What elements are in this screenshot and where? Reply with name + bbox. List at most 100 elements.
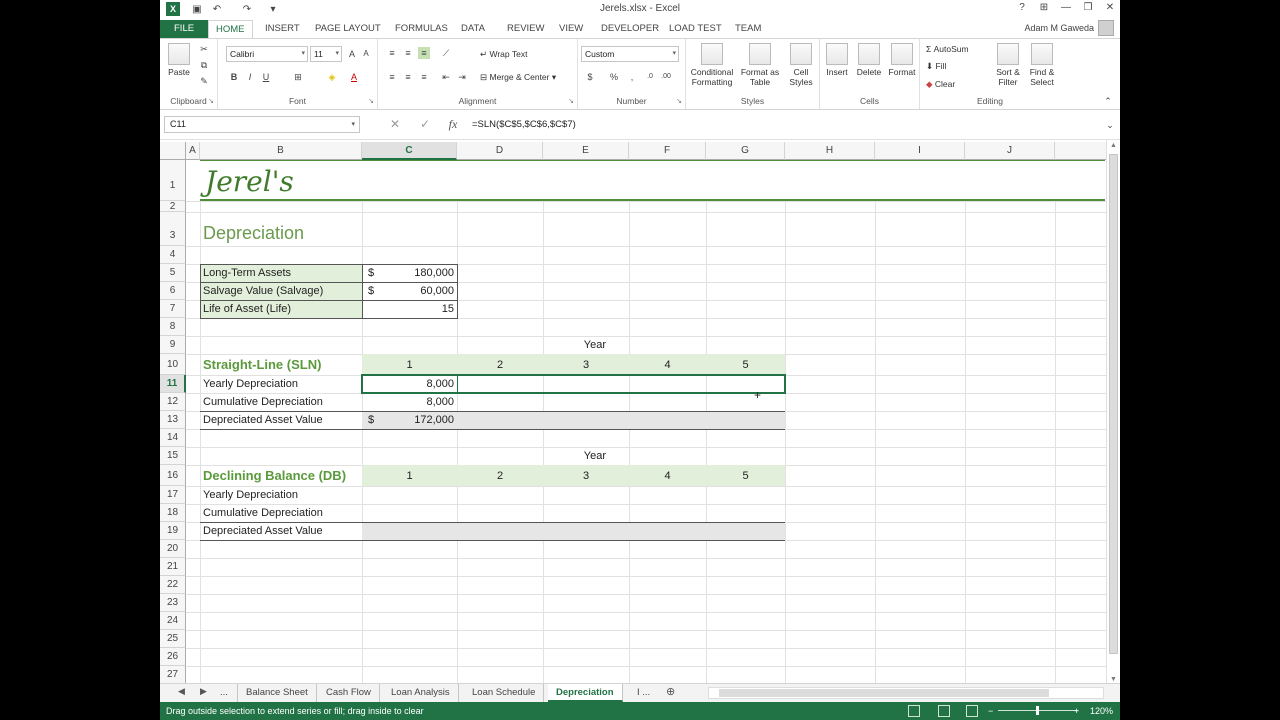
font-launcher-icon[interactable]: ↘: [368, 97, 374, 105]
row-header-7[interactable]: 7: [160, 300, 186, 318]
sheet-tab-loan-schedule[interactable]: Loan Schedule: [464, 684, 545, 702]
tab-home[interactable]: HOME: [208, 20, 253, 38]
clear-button[interactable]: ◆ Clear: [926, 79, 955, 89]
font-name-select[interactable]: Calibri ▾: [226, 46, 308, 62]
minimize-button[interactable]: —: [1056, 2, 1076, 16]
avatar[interactable]: [1098, 20, 1114, 36]
number-launcher-icon[interactable]: ↘: [676, 97, 682, 105]
confirm-entry-icon[interactable]: ✓: [414, 116, 436, 133]
increase-indent-icon[interactable]: ⇥: [456, 71, 468, 83]
worksheet-grid[interactable]: A B C D E F G H I J 1 2 3 4 5 6 7 8 9 10…: [160, 140, 1106, 685]
row-header-27[interactable]: 27: [160, 666, 186, 684]
decrease-indent-icon[interactable]: ⇤: [440, 71, 452, 83]
user-name[interactable]: Adam M Gaweda: [1024, 23, 1094, 33]
select-all-corner[interactable]: [160, 142, 186, 160]
sln-cumulative-value[interactable]: 8,000: [362, 393, 457, 411]
align-bottom-icon[interactable]: ≡: [418, 47, 430, 59]
number-format-select[interactable]: Custom ▾: [581, 46, 679, 62]
cancel-entry-icon[interactable]: ✕: [384, 116, 406, 133]
align-middle-icon[interactable]: ≡: [402, 47, 414, 59]
sheet-tab-loan-analysis[interactable]: Loan Analysis: [383, 684, 459, 702]
row-header-20[interactable]: 20: [160, 540, 186, 558]
help-button[interactable]: ?: [1012, 2, 1032, 16]
input-value-salvage[interactable]: 60,000: [362, 282, 457, 300]
zoom-level[interactable]: 120%: [1090, 702, 1113, 720]
row-header-22[interactable]: 22: [160, 576, 186, 594]
vertical-scrollbar[interactable]: ▲ ▼: [1106, 140, 1120, 685]
font-color-icon[interactable]: A: [348, 71, 360, 83]
row-header-24[interactable]: 24: [160, 612, 186, 630]
sheet-tab-more-left[interactable]: ...: [212, 684, 236, 702]
orientation-icon[interactable]: ⟋: [440, 47, 452, 59]
row-header-6[interactable]: 6: [160, 282, 186, 300]
new-sheet-icon[interactable]: ⊕: [666, 685, 675, 698]
sln-year-1[interactable]: 1: [362, 354, 457, 375]
formula-input[interactable]: =SLN($C$5,$C$6,$C$7): [472, 116, 1112, 133]
row-header-3[interactable]: 3: [160, 212, 186, 246]
sort-filter-button[interactable]: Sort & Filter: [992, 43, 1024, 87]
sln-year-4[interactable]: 4: [629, 354, 706, 375]
zoom-slider-thumb[interactable]: [1036, 706, 1039, 715]
tab-formulas[interactable]: FORMULAS: [388, 20, 455, 38]
sln-cumulative-label[interactable]: Cumulative Depreciation: [200, 393, 326, 411]
db-year-4[interactable]: 4: [629, 465, 706, 486]
currency-button[interactable]: $: [584, 71, 596, 83]
close-button[interactable]: ✕: [1100, 2, 1120, 16]
row-header-4[interactable]: 4: [160, 246, 186, 264]
sheet-tab-depreciation[interactable]: Depreciation: [548, 684, 623, 702]
italic-button[interactable]: I: [244, 71, 256, 83]
fill-button[interactable]: ⬇ Fill: [926, 61, 946, 71]
column-header-f[interactable]: F: [629, 142, 706, 160]
sln-asset-value[interactable]: 172,000: [362, 411, 457, 429]
format-cells-button[interactable]: Format: [886, 43, 918, 77]
row-header-12[interactable]: 12: [160, 393, 186, 411]
input-label-assets[interactable]: Long-Term Assets: [200, 264, 294, 282]
collapse-ribbon-icon[interactable]: ⌃: [1102, 95, 1114, 107]
input-label-salvage[interactable]: Salvage Value (Salvage): [200, 282, 326, 300]
db-year-1[interactable]: 1: [362, 465, 457, 486]
column-header-a[interactable]: A: [186, 142, 200, 160]
zoom-in-icon[interactable]: +: [1074, 702, 1079, 720]
tab-insert[interactable]: INSERT: [258, 20, 307, 38]
copy-icon[interactable]: ⧉: [198, 59, 210, 71]
scroll-up-icon[interactable]: ▲: [1110, 142, 1117, 149]
find-select-button[interactable]: Find & Select: [1026, 43, 1058, 87]
sheet-tab-more-right[interactable]: I ...: [629, 684, 658, 702]
db-yearly-label[interactable]: Yearly Depreciation: [200, 486, 301, 504]
db-year-label[interactable]: Year: [543, 447, 609, 465]
sln-asset-value-label[interactable]: Depreciated Asset Value: [200, 411, 326, 429]
bold-button[interactable]: B: [228, 71, 240, 83]
fill-color-icon[interactable]: ◈: [326, 71, 338, 83]
column-header-c[interactable]: C: [362, 142, 457, 160]
input-value-life[interactable]: 15: [362, 300, 457, 318]
percent-button[interactable]: %: [608, 71, 620, 83]
align-left-icon[interactable]: ≡: [386, 71, 398, 83]
align-right-icon[interactable]: ≡: [418, 71, 430, 83]
row-header-10[interactable]: 10: [160, 354, 186, 375]
prev-sheet-icon[interactable]: ◀: [178, 686, 185, 697]
tab-data[interactable]: DATA: [454, 20, 492, 38]
column-header-h[interactable]: H: [785, 142, 875, 160]
page-layout-view-icon[interactable]: [938, 705, 950, 717]
zoom-out-icon[interactable]: −: [988, 702, 993, 720]
column-header-k[interactable]: [1055, 142, 1106, 160]
company-name[interactable]: Jerel's: [202, 162, 297, 200]
page-break-view-icon[interactable]: [966, 705, 978, 717]
row-header-17[interactable]: 17: [160, 486, 186, 504]
sln-year-3[interactable]: 3: [543, 354, 629, 375]
sln-year-label[interactable]: Year: [543, 336, 609, 354]
format-as-table-button[interactable]: Format as Table: [738, 43, 782, 87]
db-heading[interactable]: Declining Balance (DB): [200, 465, 349, 486]
align-top-icon[interactable]: ≡: [386, 47, 398, 59]
sln-year-2[interactable]: 2: [457, 354, 543, 375]
row-header-15[interactable]: 15: [160, 447, 186, 465]
restore-button[interactable]: ❐: [1078, 2, 1098, 16]
merge-center-button[interactable]: ⊟ Merge & Center ▾: [480, 72, 556, 82]
column-header-g[interactable]: G: [706, 142, 785, 160]
cell-styles-button[interactable]: Cell Styles: [784, 43, 818, 87]
increase-decimal-icon[interactable]: .0: [644, 71, 656, 83]
sln-year-5[interactable]: 5: [706, 354, 785, 375]
row-header-19[interactable]: 19: [160, 522, 186, 540]
db-year-2[interactable]: 2: [457, 465, 543, 486]
expand-formula-icon[interactable]: ⌄: [1104, 119, 1116, 131]
